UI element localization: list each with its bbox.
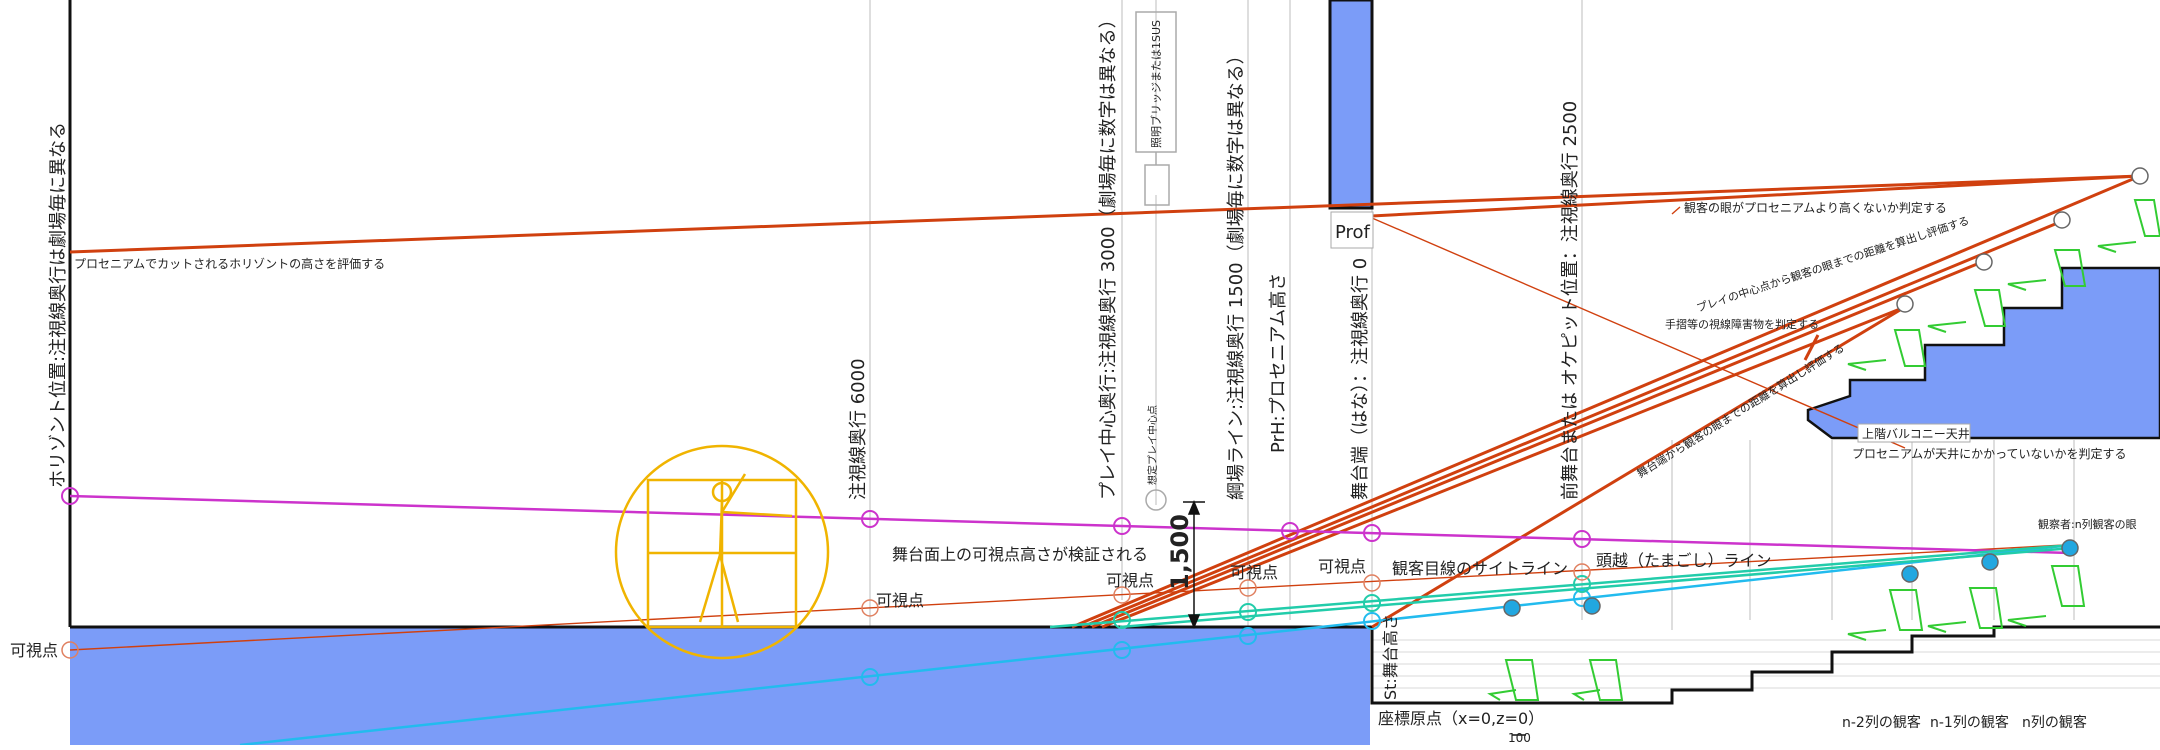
label-prof: Prof	[1335, 222, 1371, 243]
label-verify: 舞台面上の可視点高さが検証される	[892, 545, 1148, 564]
lighting-bridge: 照明ブリッジまたは1SUS	[1135, 11, 1177, 206]
label-assumed-play-center: 想定プレイ中心点	[1146, 405, 1159, 485]
label-sightline: 観客目線のサイトライン	[1392, 559, 1568, 578]
label-visible-point-0: 可視点	[1318, 557, 1366, 576]
label-proscenium-ceiling: プロセニアムが天井にかかっていないかを判定する	[1852, 446, 2127, 461]
proscenium-wall	[1328, 0, 1374, 210]
label-horizon-note: プロセニアムでカットされるホリゾントの高さを評価する	[74, 256, 385, 271]
label-row-n2: n-2列の観客	[1842, 714, 1921, 731]
label-row-n1: n-1列の観客	[1930, 714, 2009, 731]
label-play-center: プレイ中心奥行:注視線奥行 3000（劇場毎に数字は異なる）	[1098, 10, 1119, 500]
label-gaze-6000: 注視線奥行 6000	[848, 358, 869, 500]
label-row-n: n列の観客	[2022, 714, 2087, 731]
label-dimension-1500: 1,500	[1166, 514, 1194, 590]
label-eye-vs-proscenium: 観客の眼がプロセニアムより高くないか判定する	[1684, 200, 1947, 215]
label-handrail: 手摺等の視線障害物を判定する	[1665, 317, 1819, 331]
label-balcony-ceiling: 上階バルコニー天井	[1862, 426, 1970, 441]
label-prh: PrH:プロセニアム高さ	[1268, 273, 1289, 453]
lighting-bridge-label: 照明ブリッジまたは1SUS	[1149, 20, 1163, 148]
stage-floor	[70, 627, 1370, 745]
label-stage-edge: 舞台端（はな）：注視線奥行 0	[1350, 258, 1371, 500]
seat-grid-lines	[1372, 639, 2160, 689]
label-headline: 頭越（たまごし）ライン	[1596, 551, 1772, 570]
label-visible-point-1500: 可視点	[1230, 563, 1278, 582]
thin-red-lines	[69, 206, 2066, 651]
label-origin: 座標原点（x=0,z=0）	[1378, 709, 1544, 728]
label-front-stage: 前舞台または オケピット位置：注視線奥行 2500	[1560, 101, 1581, 500]
label-visible-point-6000: 可視点	[876, 591, 924, 610]
label-tsuna-line: 綱場ライン:注視線奥行 1500（劇場毎に数字は異なる）	[1226, 46, 1247, 500]
label-visible-point-left: 可視点	[10, 641, 58, 660]
human-figure	[614, 444, 830, 660]
label-scale-100: 100	[1508, 731, 1531, 745]
label-observer: 観察者:n列観客の眼	[2038, 517, 2137, 531]
label-st-height: St:舞台高さ	[1381, 614, 1400, 700]
section-drawing: 照明ブリッジまたは1SUS ホリゾント位置:注視線奥行は劇場毎に異なる 注視線奥…	[0, 0, 2160, 747]
label-horizon-vertical: ホリゾント位置:注視線奥行は劇場毎に異なる	[48, 122, 69, 488]
section-svg: 照明ブリッジまたは1SUS ホリゾント位置:注視線奥行は劇場毎に異なる 注視線奥…	[10, 0, 2160, 747]
label-visible-point-3000: 可視点	[1106, 571, 1154, 590]
